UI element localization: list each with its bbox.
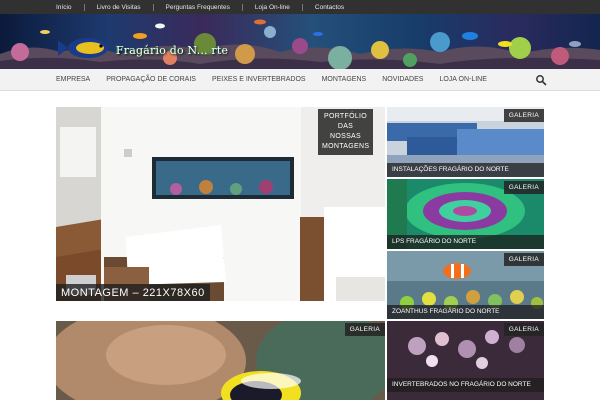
portfolio-badge-line: montagens [322, 143, 370, 150]
tile-caption[interactable]: Instalações Fragário do Norte [387, 162, 544, 177]
nav-loja-online[interactable]: Loja On-line [439, 76, 486, 83]
portfolio-badge-line: das [337, 123, 354, 130]
main-nav: Empresa Propagação de Corais Peixes e In… [0, 69, 600, 91]
tile-caption[interactable]: LPS Fragário do Norte [387, 234, 544, 249]
search-icon[interactable] [535, 74, 547, 86]
top-nav-livro-de-visitas[interactable]: Livro de Visitas [72, 4, 141, 11]
nav-empresa[interactable]: Empresa [56, 76, 90, 83]
top-bar: Início Livro de Visitas Perguntas Freque… [0, 0, 600, 14]
reef-banner-image [0, 19, 600, 69]
tile-caption[interactable]: Invertebrados no Fragário do Norte [387, 377, 544, 392]
side-tile-lps[interactable]: Galeria LPS Fragário do Norte [387, 179, 544, 249]
portfolio-badge-line: nossas [330, 133, 361, 140]
featured-tile[interactable]: Portfólio das nossas montagens MONTAGEM … [56, 107, 385, 301]
top-nav: Início Livro de Visitas Perguntas Freque… [0, 0, 600, 14]
side-tile-invertebrados[interactable]: Galeria Invertebrados no Fragário do Nor… [387, 321, 544, 400]
galeria-badge[interactable]: Galeria [503, 181, 544, 194]
top-nav-contactos[interactable]: Contactos [290, 4, 344, 11]
side-tile-instalacoes[interactable]: Galeria Instalações Fragário do Norte [387, 107, 544, 177]
portfolio-badge-line: Portfólio [323, 113, 368, 120]
site-logo-text[interactable]: Fragário do N... rte [116, 44, 228, 57]
featured-caption[interactable]: MONTAGEM – 221X78X60 [56, 284, 210, 301]
nav-novidades[interactable]: Novidades [382, 76, 423, 83]
nav-montagens[interactable]: Montagens [322, 76, 367, 83]
top-nav-inicio[interactable]: Início [56, 4, 72, 11]
nav-propagacao-de-corais[interactable]: Propagação de Corais [106, 76, 196, 83]
galeria-badge[interactable]: Galeria [503, 323, 544, 336]
side-tile-zoanthus[interactable]: Galeria Zoanthus Fragário do Norte [387, 251, 544, 319]
fish-closeup-photo [56, 321, 385, 400]
tile-caption[interactable]: Zoanthus Fragário do Norte [387, 304, 544, 319]
galeria-badge[interactable]: Galeria [503, 253, 544, 266]
bottom-feature-tile[interactable]: Galeria [56, 321, 385, 400]
nav-peixes-e-invertebrados[interactable]: Peixes e Invertebrados [212, 76, 306, 83]
portfolio-badge[interactable]: Portfólio das nossas montagens [318, 109, 373, 155]
top-nav-perguntas-frequentes[interactable]: Perguntas Frequentes [141, 4, 230, 11]
galeria-badge[interactable]: Galeria [344, 323, 385, 336]
top-nav-loja-online[interactable]: Loja On-line [230, 4, 290, 11]
galeria-badge[interactable]: Galeria [503, 109, 544, 122]
header-banner: Fragário do N... rte [0, 14, 600, 69]
